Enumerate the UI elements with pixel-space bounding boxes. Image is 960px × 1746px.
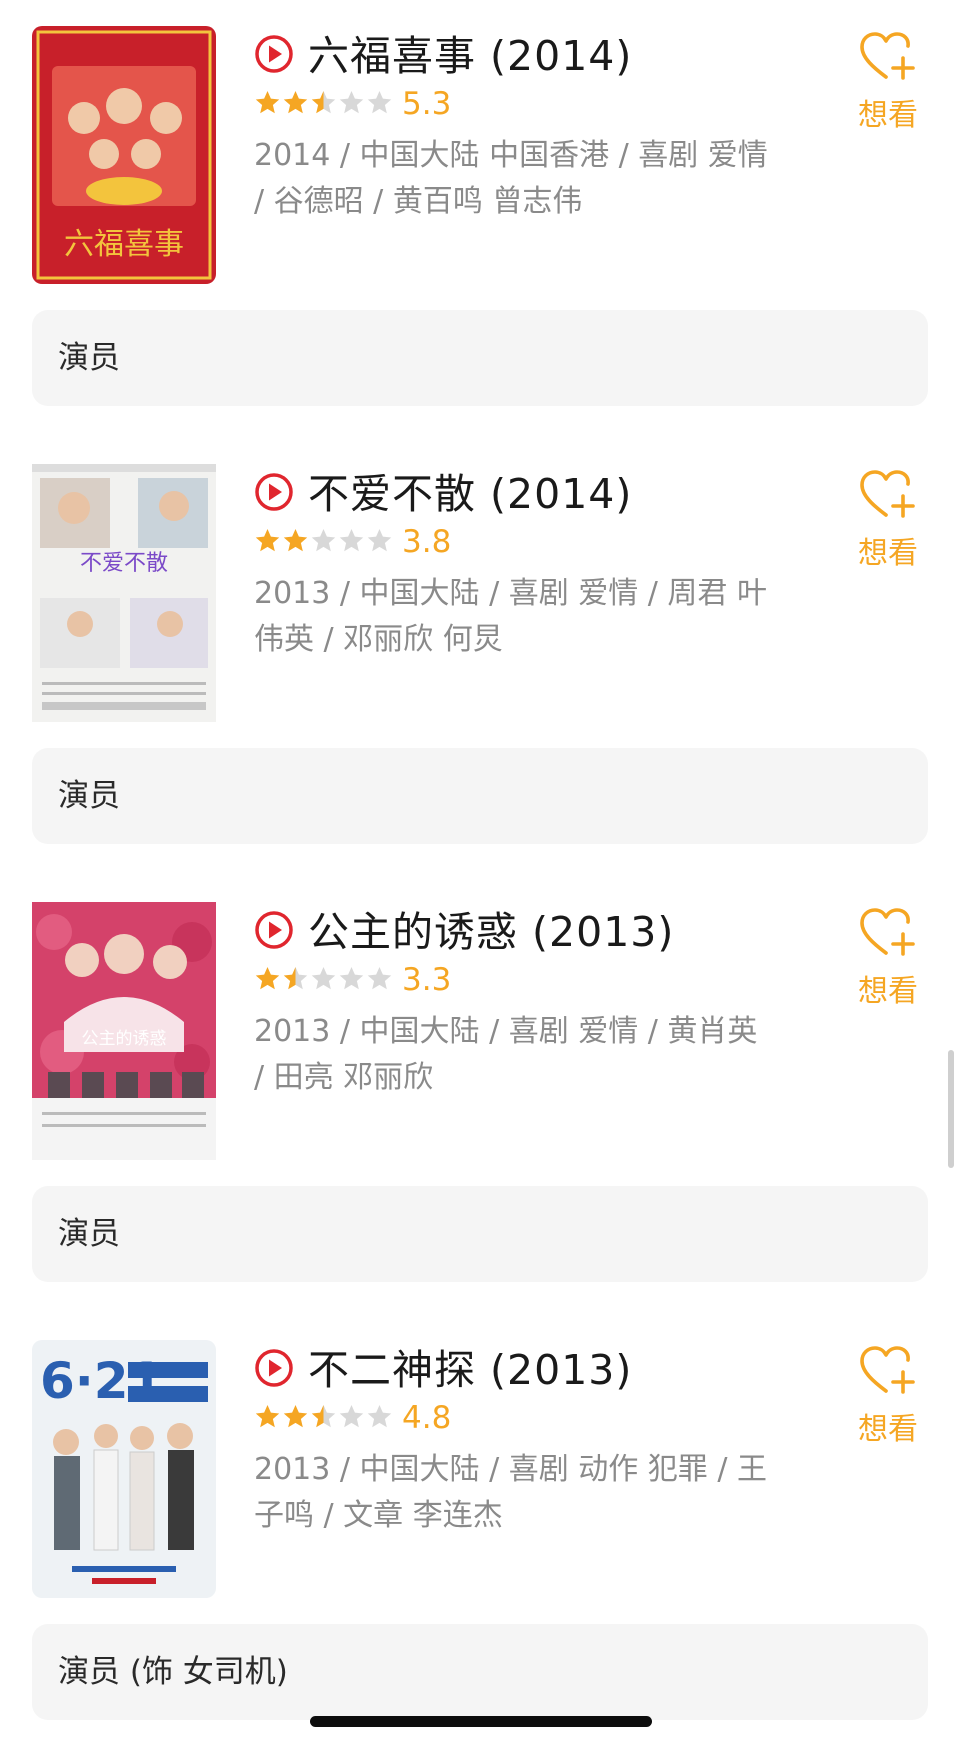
star-icon bbox=[311, 967, 336, 990]
play-circle-icon[interactable] bbox=[254, 1348, 294, 1388]
star-icon bbox=[283, 1405, 308, 1428]
movie-title[interactable]: 不爱不散 (2014) bbox=[308, 460, 632, 520]
heart-plus-icon bbox=[860, 470, 915, 518]
star-icon bbox=[339, 529, 364, 552]
star-icon bbox=[311, 1405, 336, 1428]
movie-title[interactable]: 六福喜事 (2014) bbox=[308, 22, 632, 82]
wish-label: 想看 bbox=[858, 98, 918, 133]
poster-title: 不爱不散 bbox=[80, 551, 168, 576]
poster-image: 公主的诱惑 bbox=[32, 902, 216, 1160]
play-circle-icon[interactable] bbox=[254, 910, 294, 950]
rating-score: 3.8 bbox=[402, 524, 452, 560]
heart-plus-icon bbox=[860, 908, 915, 956]
role-label: 演员 (饰 女司机) bbox=[58, 1654, 288, 1690]
movie-poster[interactable]: 6·21 bbox=[32, 1340, 216, 1598]
movie-meta: 2013 / 中国大陆 / 喜剧 爱情 / 黄肖英 / 田亮 邓丽欣 bbox=[254, 1014, 758, 1095]
star-icon bbox=[255, 529, 280, 552]
movie-poster[interactable]: 公主的诱惑 bbox=[32, 902, 216, 1160]
star-icon bbox=[339, 1405, 364, 1428]
movie-item[interactable]: 公主的诱惑 公主的诱惑 (2013) 3.3 2013 / 中国大陆 / 喜剧 … bbox=[0, 876, 960, 1306]
rating-score: 3.3 bbox=[402, 962, 452, 998]
movie-title[interactable]: 公主的诱惑 (2013) bbox=[308, 898, 674, 958]
star-icon bbox=[367, 1405, 392, 1428]
movie-meta: 2013 / 中国大陆 / 喜剧 动作 犯罪 / 王子鸣 / 文章 李连杰 bbox=[254, 1452, 767, 1533]
role-label: 演员 bbox=[58, 778, 120, 814]
rating-stars bbox=[254, 1403, 393, 1433]
wish-button[interactable]: 想看 bbox=[848, 1344, 928, 1448]
poster-image: 6·21 bbox=[32, 1340, 216, 1598]
movie-meta: 2013 / 中国大陆 / 喜剧 爱情 / 周君 叶伟英 / 邓丽欣 何炅 bbox=[254, 576, 767, 657]
rating-score: 4.8 bbox=[402, 1400, 452, 1436]
movie-list-page: 六福喜事 六福喜事 (2014) 5.3 2014 / 中国大陆 中国香港 / … bbox=[0, 0, 960, 1746]
rating-score: 5.3 bbox=[402, 86, 452, 122]
movie-item[interactable]: 六福喜事 六福喜事 (2014) 5.3 2014 / 中国大陆 中国香港 / … bbox=[0, 0, 960, 430]
home-indicator[interactable] bbox=[310, 1716, 652, 1727]
wish-label: 想看 bbox=[858, 974, 918, 1009]
star-icon bbox=[283, 967, 308, 990]
star-icon bbox=[283, 529, 308, 552]
heart-plus-icon bbox=[860, 32, 915, 80]
poster-image: 六福喜事 bbox=[32, 26, 216, 284]
movie-title[interactable]: 不二神探 (2013) bbox=[308, 1336, 632, 1396]
poster-image: 不爱不散 bbox=[32, 464, 216, 722]
wish-label: 想看 bbox=[858, 536, 918, 571]
wish-button[interactable]: 想看 bbox=[848, 468, 928, 572]
star-icon bbox=[367, 91, 392, 114]
rating-stars bbox=[254, 527, 393, 557]
role-bar[interactable]: 演员 bbox=[32, 1186, 928, 1282]
wish-button[interactable]: 想看 bbox=[848, 906, 928, 1010]
movie-item[interactable]: 不爱不散 不爱不散 (2014) 3.8 2013 / 中国大陆 / 喜剧 爱情… bbox=[0, 438, 960, 868]
movie-item[interactable]: 6·21 不二神探 (2013) 4.8 2013 / 中国大陆 / 喜剧 动作… bbox=[0, 1314, 960, 1744]
star-icon bbox=[255, 1405, 280, 1428]
poster-title: 公主的诱惑 bbox=[82, 1029, 167, 1049]
scrollbar[interactable] bbox=[948, 1050, 954, 1168]
role-bar[interactable]: 演员 (饰 女司机) bbox=[32, 1624, 928, 1720]
role-bar[interactable]: 演员 bbox=[32, 310, 928, 406]
wish-button[interactable]: 想看 bbox=[848, 30, 928, 134]
wish-label: 想看 bbox=[858, 1412, 918, 1447]
star-icon bbox=[367, 529, 392, 552]
star-icon bbox=[255, 91, 280, 114]
star-icon bbox=[255, 967, 280, 990]
movie-poster[interactable]: 不爱不散 bbox=[32, 464, 216, 722]
star-icon bbox=[311, 91, 336, 114]
role-bar[interactable]: 演员 bbox=[32, 748, 928, 844]
star-icon bbox=[283, 91, 308, 114]
star-icon bbox=[339, 91, 364, 114]
role-label: 演员 bbox=[58, 340, 120, 376]
role-label: 演员 bbox=[58, 1216, 120, 1252]
rating-stars bbox=[254, 965, 393, 995]
play-circle-icon[interactable] bbox=[254, 472, 294, 512]
play-circle-icon[interactable] bbox=[254, 34, 294, 74]
rating-stars bbox=[254, 89, 393, 119]
movie-meta: 2014 / 中国大陆 中国香港 / 喜剧 爱情 / 谷德昭 / 黄百鸣 曾志伟 bbox=[254, 138, 768, 219]
star-icon bbox=[311, 529, 336, 552]
star-icon bbox=[367, 967, 392, 990]
poster-title: 六福喜事 bbox=[64, 227, 184, 262]
movie-poster[interactable]: 六福喜事 bbox=[32, 26, 216, 284]
star-icon bbox=[339, 967, 364, 990]
heart-plus-icon bbox=[860, 1346, 915, 1394]
